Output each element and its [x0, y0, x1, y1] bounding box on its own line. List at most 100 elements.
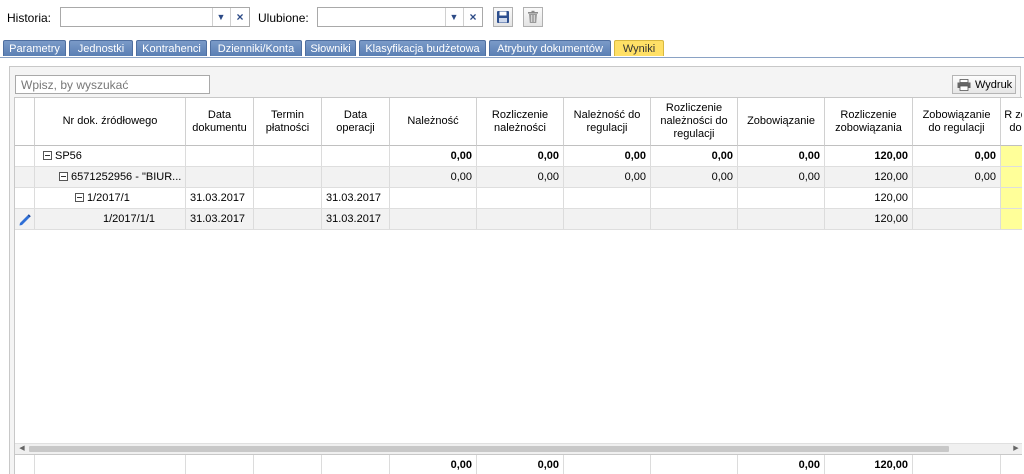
column-header[interactable]: Rozliczenie należności [477, 98, 564, 146]
table-row[interactable]: SP56 0,00 0,00 0,00 0,00 0,00 120,00 0,0… [15, 146, 1022, 167]
footer-cell [254, 455, 322, 474]
close-icon[interactable]: × [463, 8, 482, 26]
row-name: 1/2017/1/1 [103, 213, 155, 225]
scroll-right-icon[interactable]: ▶ [1011, 444, 1021, 454]
delete-button[interactable] [523, 7, 543, 27]
search-input[interactable]: Wpisz, by wyszukać [15, 75, 210, 94]
cell-zobowiazanie-do-regulacji: 0,00 [913, 167, 1001, 187]
scrollbar-thumb[interactable] [29, 446, 949, 452]
cell-termin [254, 188, 322, 208]
cell-rozliczenie-naleznosci [477, 209, 564, 229]
column-header[interactable] [15, 98, 35, 146]
cell-highlight [1001, 209, 1022, 229]
footer-cell [913, 455, 1001, 474]
column-header[interactable]: Nr dok. źródłowego [35, 98, 186, 146]
cell-zobowiazanie-do-regulacji: 0,00 [913, 146, 1001, 166]
chevron-down-icon[interactable]: ▼ [445, 8, 462, 26]
scroll-left-icon[interactable]: ◀ [17, 444, 27, 454]
collapse-icon[interactable] [43, 151, 52, 160]
collapse-icon[interactable] [59, 172, 68, 181]
tab-dzienniki-konta[interactable]: Dzienniki/Konta [210, 40, 302, 56]
column-header[interactable]: Należność [390, 98, 477, 146]
favorites-label: Ulubione: [258, 11, 309, 25]
history-combo[interactable]: ▼ × [60, 7, 250, 27]
total-rozliczenie-zobowiazania: 120,00 [825, 455, 913, 474]
print-label: Wydruk [975, 78, 1013, 91]
cell-rozliczenie-zobowiazania: 120,00 [825, 167, 913, 187]
tab-klasyfikacja-budzetowa[interactable]: Klasyfikacja budżetowa [359, 40, 486, 56]
column-header[interactable]: R zo do [1001, 98, 1022, 146]
pencil-icon [19, 214, 31, 226]
footer-cell [322, 455, 390, 474]
printer-icon [957, 78, 971, 91]
cell-rozl-nal-do-regulacji: 0,00 [651, 167, 738, 187]
tab-jednostki[interactable]: Jednostki [69, 40, 133, 56]
row-name: SP56 [55, 150, 82, 162]
cell-naleznosc: 0,00 [390, 167, 477, 187]
cell-termin [254, 146, 322, 166]
cell-rozliczenie-zobowiazania: 120,00 [825, 188, 913, 208]
cell-zobowiazanie [738, 209, 825, 229]
save-button[interactable] [493, 7, 513, 27]
cell-zobowiazanie-do-regulacji [913, 188, 1001, 208]
total-zobowiazanie: 0,00 [738, 455, 825, 474]
cell-zobowiazanie [738, 188, 825, 208]
chevron-down-icon[interactable]: ▼ [212, 8, 229, 26]
tab-atrybuty-dokumentow[interactable]: Atrybuty dokumentów [489, 40, 611, 56]
cell-termin [254, 167, 322, 187]
table-row[interactable]: 1/2017/1 31.03.2017 31.03.2017 120,00 [15, 188, 1022, 209]
tree-cell[interactable]: SP56 [35, 146, 186, 166]
column-header[interactable]: Data dokumentu [186, 98, 254, 146]
save-icon [497, 11, 509, 23]
cell-highlight [1001, 188, 1022, 208]
cell-highlight [1001, 146, 1022, 166]
cell-rozl-nal-do-regulacji: 0,00 [651, 146, 738, 166]
cell-data-operacji: 31.03.2017 [322, 188, 390, 208]
cell-data-dokumentu [186, 146, 254, 166]
cell-data-operacji: 31.03.2017 [322, 209, 390, 229]
column-header[interactable]: Termin płatności [254, 98, 322, 146]
tab-wyniki[interactable]: Wyniki [614, 40, 664, 56]
row-indicator [15, 146, 35, 166]
cell-naleznosc [390, 209, 477, 229]
total-rozliczenie-naleznosci: 0,00 [477, 455, 564, 474]
cell-data-dokumentu [186, 167, 254, 187]
cell-zobowiazanie: 0,00 [738, 146, 825, 166]
column-header[interactable]: Zobowiązanie do regulacji [913, 98, 1001, 146]
row-indicator [15, 167, 35, 187]
cell-zobowiazanie: 0,00 [738, 167, 825, 187]
cell-rozliczenie-zobowiazania: 120,00 [825, 146, 913, 166]
close-icon[interactable]: × [230, 8, 249, 26]
cell-naleznosc-do-regulacji: 0,00 [564, 146, 651, 166]
column-header[interactable]: Należność do regulacji [564, 98, 651, 146]
column-header[interactable]: Rozliczenie zobowiązania [825, 98, 913, 146]
trash-icon [528, 10, 538, 23]
favorites-combo[interactable]: ▼ × [317, 7, 483, 27]
column-header[interactable]: Data operacji [322, 98, 390, 146]
tree-cell[interactable]: 1/2017/1/1 [35, 209, 186, 229]
results-grid: Nr dok. źródłowego Data dokumentu Termin… [14, 97, 1022, 474]
table-row[interactable]: 6571252956 - "BIUR... 0,00 0,00 0,00 0,0… [15, 167, 1022, 188]
cell-data-operacji [322, 167, 390, 187]
table-row[interactable]: 1/2017/1/1 31.03.2017 31.03.2017 120,00 [15, 209, 1022, 230]
cell-data-operacji [322, 146, 390, 166]
horizontal-scrollbar[interactable]: ◀ ▶ [15, 443, 1022, 454]
tab-kontrahenci[interactable]: Kontrahenci [136, 40, 207, 56]
tab-slowniki[interactable]: Słowniki [305, 40, 356, 56]
footer-cell [186, 455, 254, 474]
column-header[interactable]: Zobowiązanie [738, 98, 825, 146]
cell-rozliczenie-naleznosci [477, 188, 564, 208]
print-button[interactable]: Wydruk [952, 75, 1016, 94]
row-indicator [15, 209, 35, 229]
tab-parametry[interactable]: Parametry [3, 40, 66, 56]
cell-highlight [1001, 167, 1022, 187]
tree-cell[interactable]: 6571252956 - "BIUR... [35, 167, 186, 187]
cell-zobowiazanie-do-regulacji [913, 209, 1001, 229]
column-header[interactable]: Rozliczenie należności do regulacji [651, 98, 738, 146]
footer-cell [15, 455, 35, 474]
collapse-icon[interactable] [75, 193, 84, 202]
tab-strip: Parametry Jednostki Kontrahenci Dziennik… [0, 38, 1024, 58]
cell-naleznosc [390, 188, 477, 208]
top-toolbar: Historia: ▼ × Ulubione: ▼ × [0, 0, 1024, 36]
tree-cell[interactable]: 1/2017/1 [35, 188, 186, 208]
